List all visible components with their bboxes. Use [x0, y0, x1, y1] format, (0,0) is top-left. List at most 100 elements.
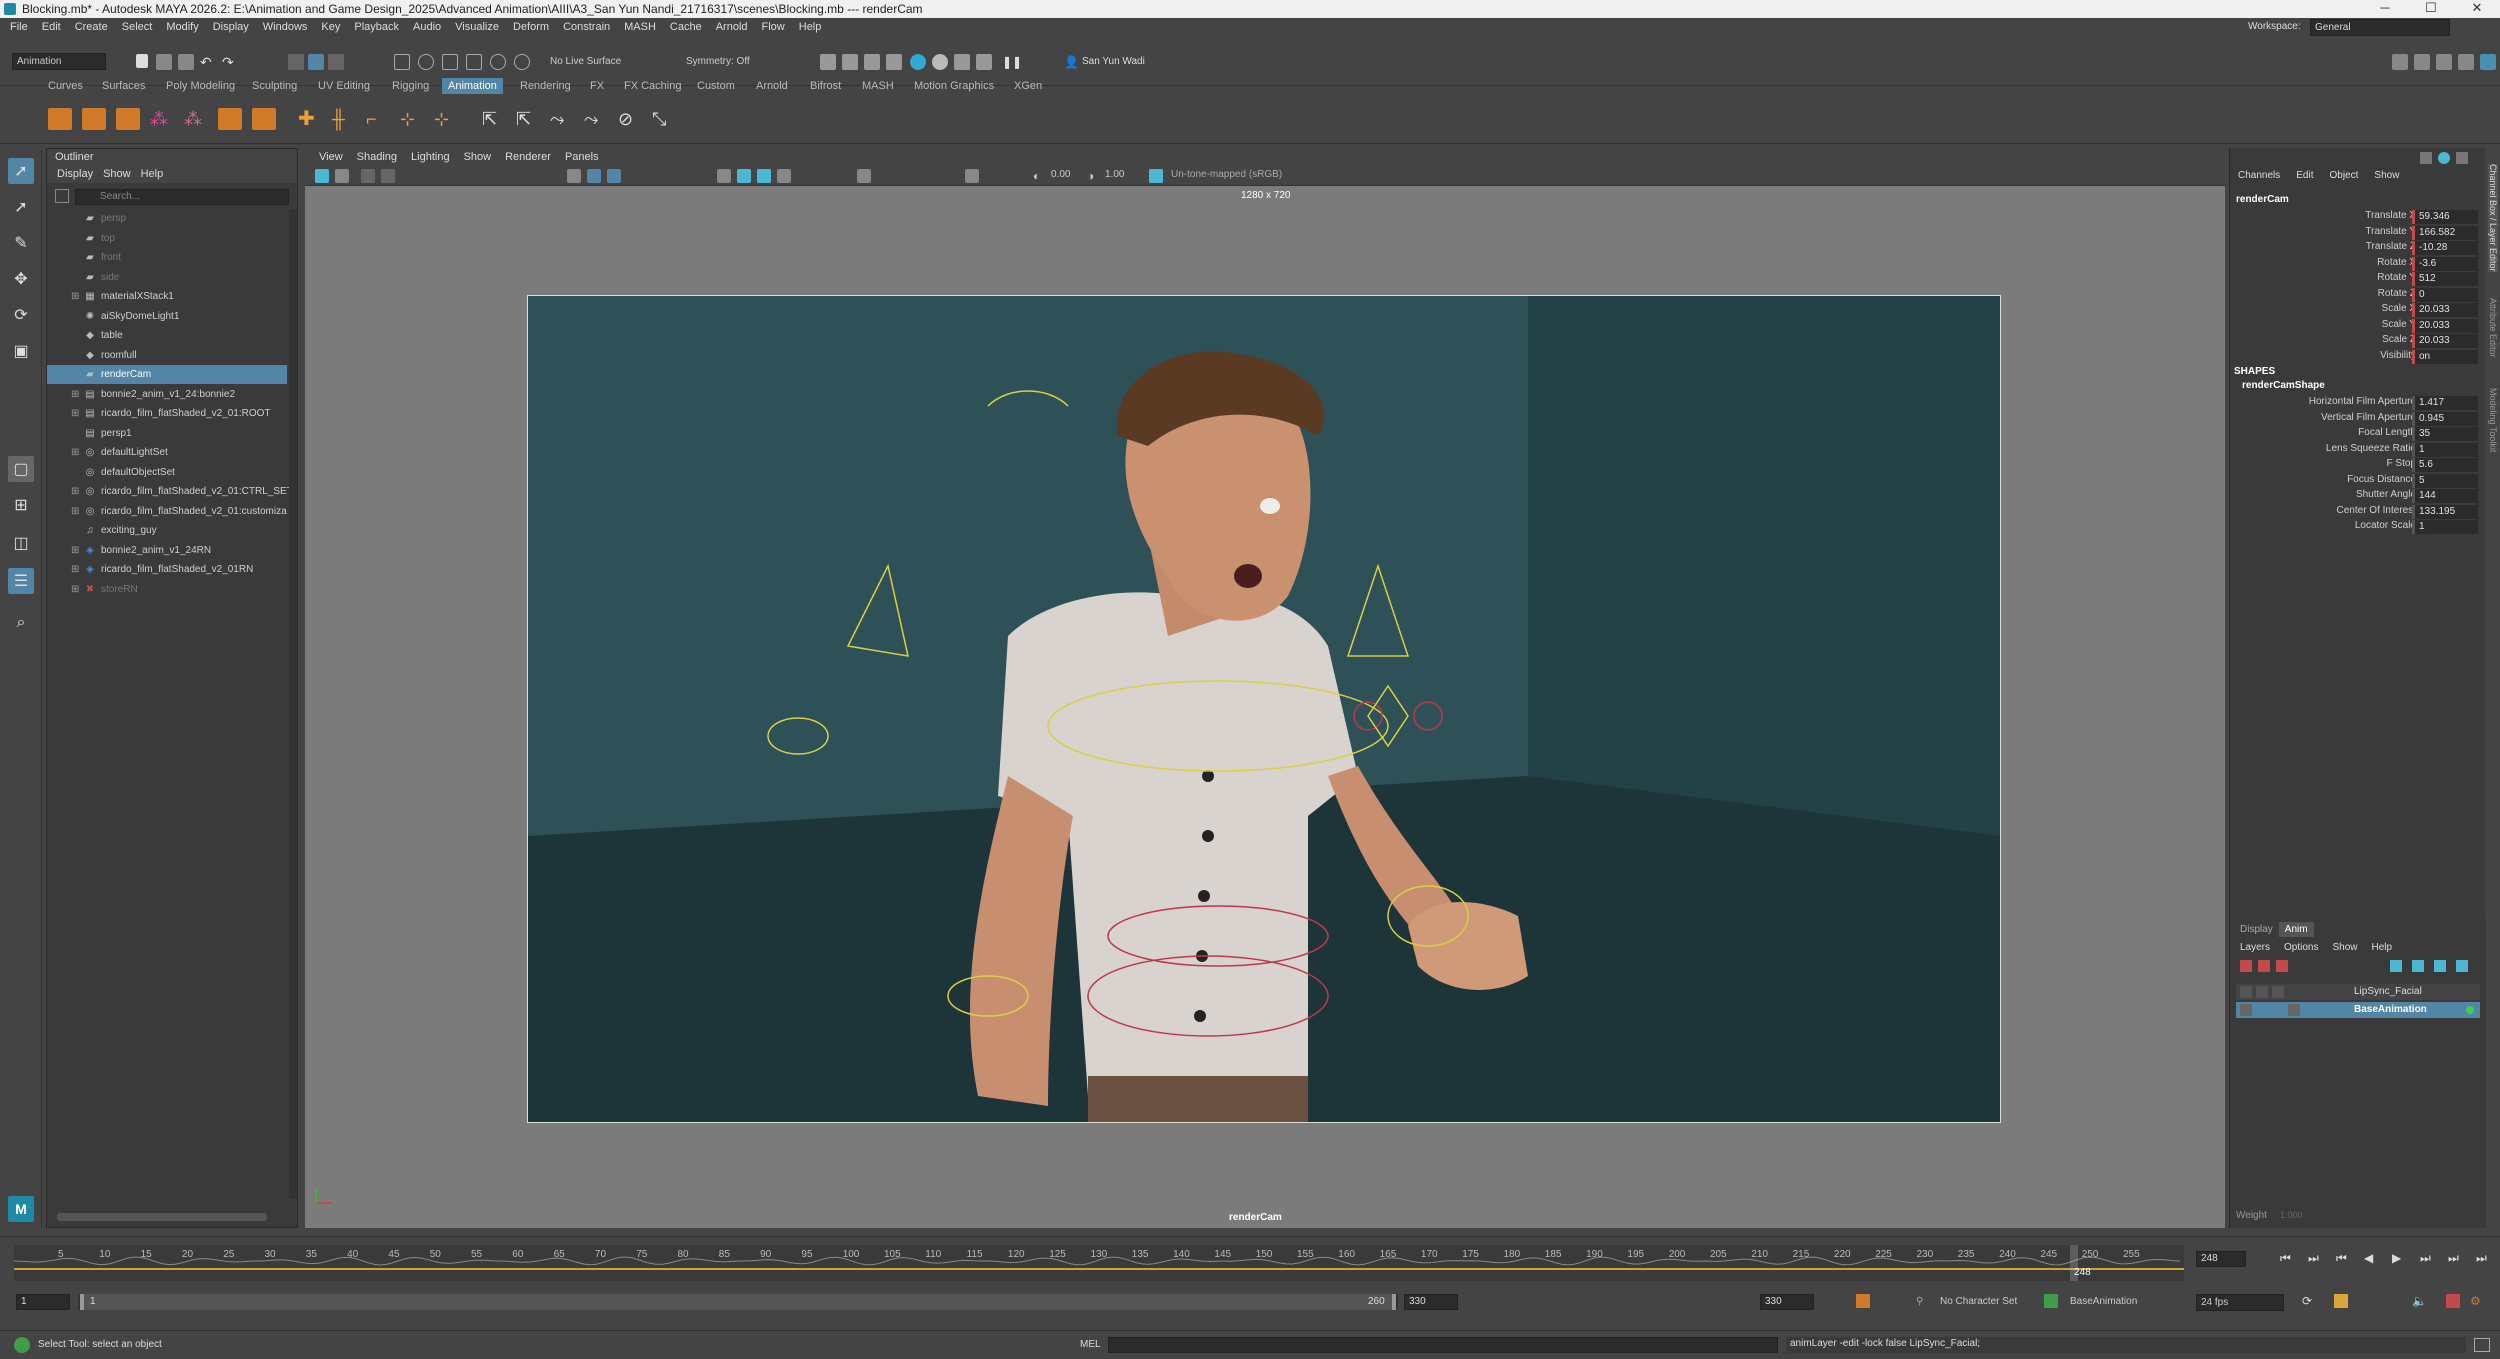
shelf-tab-fx-caching[interactable]: FX Caching — [624, 80, 681, 92]
outliner-item[interactable]: ◎ defaultObjectSet — [47, 463, 287, 482]
viewport-menu-shading[interactable]: Shading — [357, 151, 397, 163]
add-to-layer-icon[interactable] — [2258, 960, 2270, 972]
channel-value-field[interactable]: 166.582 — [2412, 225, 2478, 240]
mel-command-input[interactable] — [1108, 1337, 1778, 1353]
remove-from-layer-icon[interactable] — [2276, 960, 2288, 972]
outliner-item[interactable]: ◆ roomfull — [47, 346, 287, 365]
animation-prefs-icon[interactable]: ⚙ — [2470, 1294, 2481, 1308]
paint-select-icon[interactable]: ✎ — [8, 230, 34, 256]
menu-help[interactable]: Help — [799, 21, 822, 33]
snap-point-icon[interactable] — [442, 54, 458, 70]
gamma-field[interactable]: 1.00 — [1105, 169, 1124, 180]
time-editor-icon[interactable] — [218, 108, 242, 130]
select-hierarchy-icon[interactable] — [288, 54, 304, 70]
outliner-item[interactable]: ▰ renderCam — [47, 365, 287, 384]
shelf-tab-custom[interactable]: Custom — [697, 80, 735, 92]
layer-menu-options[interactable]: Options — [2284, 942, 2318, 953]
channel-row[interactable]: Visibility on — [2230, 349, 2486, 365]
point-constraint-icon[interactable]: ⇱ — [516, 108, 540, 130]
outliner-item[interactable]: ▰ front — [47, 248, 287, 267]
outliner-item[interactable]: ▰ side — [47, 268, 287, 287]
channel-name[interactable]: Visibility — [2380, 350, 2416, 361]
menu-key[interactable]: Key — [321, 21, 340, 33]
expand-toggle-icon[interactable]: ⊞ — [71, 545, 81, 556]
outliner-item[interactable]: ⊞ ◎ defaultLightSet — [47, 443, 287, 462]
channel-row[interactable]: Scale Y 20.033 — [2230, 318, 2486, 334]
layer-lock-icon[interactable] — [2240, 1004, 2252, 1016]
shelf-tab-bifrost[interactable]: Bifrost — [810, 80, 841, 92]
menu-file[interactable]: File — [10, 21, 28, 33]
smooth-shade-icon[interactable] — [737, 169, 751, 183]
exposure-field[interactable]: 0.00 — [1051, 169, 1070, 180]
auto-key-toggle-icon[interactable] — [2446, 1294, 2460, 1308]
menu-cache[interactable]: Cache — [670, 21, 702, 33]
play-forwards-icon[interactable]: ▶ — [2392, 1251, 2401, 1265]
channel-value-field[interactable]: -10.28 — [2412, 241, 2478, 255]
undo-icon[interactable]: ↶ — [200, 54, 216, 70]
single-pane-layout-icon[interactable]: ▢ — [8, 456, 34, 482]
side-tab-attribute-editor[interactable]: Attribute Editor — [2488, 298, 2498, 358]
viewport-menu-show[interactable]: Show — [464, 151, 492, 163]
outliner-menu-show[interactable]: Show — [103, 168, 131, 180]
sidebar-settings-icon[interactable] — [2480, 54, 2496, 70]
snap-grid-icon[interactable] — [394, 54, 410, 70]
four-pane-layout-icon[interactable]: ⊞ — [8, 492, 34, 518]
expand-toggle-icon[interactable]: ⊞ — [71, 389, 81, 400]
channel-row[interactable]: Rotate X -3.6 — [2230, 256, 2486, 272]
outliner-item[interactable]: ⊞ ▦ materialXStack1 — [47, 287, 287, 306]
render-region-icon[interactable] — [976, 54, 992, 70]
scene-start-field[interactable]: 1 — [16, 1294, 70, 1310]
step-forward-key-icon[interactable]: ⏭ — [2448, 1251, 2459, 1266]
rotate-tool-icon[interactable]: ⟳ — [8, 302, 34, 328]
fps-dropdown[interactable]: 24 fps — [2196, 1294, 2284, 1311]
channel-name[interactable]: Horizontal Film Aperture — [2309, 396, 2416, 407]
menu-modify[interactable]: Modify — [166, 21, 198, 33]
outliner-item[interactable]: ▰ top — [47, 229, 287, 248]
channel-name[interactable]: Rotate Y — [2377, 272, 2416, 283]
channel-row[interactable]: Translate Y 166.582 — [2230, 225, 2486, 241]
aim-constraint-icon[interactable]: ⊘ — [618, 108, 642, 130]
layer-menu-show[interactable]: Show — [2332, 942, 2357, 953]
shelf-tab-sculpting[interactable]: Sculpting — [252, 80, 297, 92]
time-slider-track[interactable]: 5 10 15 20 25 30 35 40 45 50 55 60 65 70 75 80 85 90 95 100… — [14, 1245, 2184, 1281]
expand-toggle-icon[interactable]: ⊞ — [71, 486, 81, 497]
channel-row[interactable]: Translate Z -10.28 — [2230, 241, 2486, 256]
side-tab-channel-box[interactable]: Channel Box / Layer Editor — [2488, 164, 2498, 272]
symmetry-dropdown[interactable]: Symmetry: Off — [686, 56, 750, 67]
render-sequence-icon[interactable] — [954, 54, 970, 70]
bookmark-icon[interactable] — [361, 169, 375, 183]
expand-toggle-icon[interactable]: ⊞ — [71, 408, 81, 419]
layer-menu-help[interactable]: Help — [2372, 942, 2393, 953]
layer-select-icon[interactable] — [2434, 960, 2446, 972]
layer-menu-layers[interactable]: Layers — [2240, 942, 2270, 953]
channel-value-field[interactable]: 20.033 — [2412, 303, 2478, 317]
channel-name[interactable]: Locator Scale — [2355, 520, 2416, 531]
outliner-item[interactable]: ⊞ ◎ ricardo_film_flatShaded_v2_01:CTRL_SET — [47, 482, 293, 501]
channel-name[interactable]: Focus Distance — [2347, 474, 2416, 485]
step-back-key-icon[interactable]: ⏭ — [2308, 1251, 2319, 1266]
channel-name[interactable]: Scale Y — [2382, 319, 2416, 330]
isolate-icon[interactable] — [965, 169, 979, 183]
shelf-tab-fx[interactable]: FX — [590, 80, 604, 92]
lights-icon[interactable] — [777, 169, 791, 183]
scene-end-field[interactable]: 330 — [1404, 1294, 1458, 1310]
channel-name[interactable]: Scale Z — [2382, 334, 2416, 345]
anim-layer-label[interactable]: BaseAnimation — [2070, 1296, 2137, 1307]
channel-name[interactable]: Translate X — [2365, 210, 2416, 221]
snap-pivot-icon[interactable] — [514, 54, 530, 70]
layer-row-selected[interactable]: BaseAnimation — [2236, 1002, 2480, 1018]
channel-name[interactable]: Lens Squeeze Ratio — [2326, 443, 2416, 454]
render-view-icon[interactable] — [820, 54, 836, 70]
menu-display[interactable]: Display — [213, 21, 249, 33]
outliner-item[interactable]: ▰ persp — [47, 209, 287, 228]
menu-edit[interactable]: Edit — [42, 21, 61, 33]
layer-solo-icon[interactable] — [2256, 986, 2268, 998]
channelbox-icon-layers[interactable] — [2438, 152, 2450, 164]
layer-move-down-icon[interactable] — [2412, 960, 2424, 972]
viewport-panel[interactable]: View Shading Lighting Show Renderer Pane… — [305, 148, 2225, 1228]
scale-tool-icon[interactable]: ▣ — [8, 338, 34, 364]
expand-toggle-icon[interactable]: ⊞ — [71, 506, 81, 517]
shelf-tab-mash[interactable]: MASH — [862, 80, 894, 92]
shelf-tab-curves[interactable]: Curves — [48, 80, 83, 92]
outliner-vertical-scrollbar[interactable] — [289, 209, 297, 1199]
